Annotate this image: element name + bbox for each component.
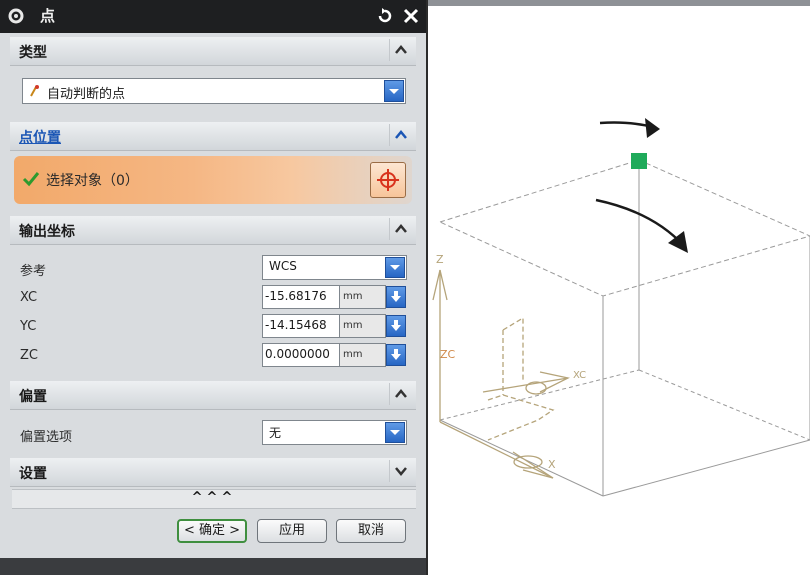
section-settings-label: 设置 <box>19 466 47 482</box>
arrow-head-icon <box>645 118 660 138</box>
close-icon[interactable] <box>400 5 422 27</box>
yc-label: YC <box>20 319 37 334</box>
xc-field: -15.68176 mm <box>262 285 407 309</box>
zc-input[interactable]: 0.0000000 <box>262 343 340 367</box>
chevron-up-icon[interactable] <box>389 124 412 146</box>
section-type-label: 类型 <box>19 45 47 61</box>
dialog-bottom-strip <box>0 558 426 575</box>
graphics-viewport[interactable]: Z ZC XC X <box>428 0 810 575</box>
checkmark-icon <box>22 170 40 192</box>
type-dropdown[interactable]: 自动判断的点 <box>22 78 406 104</box>
section-offset-header[interactable]: 偏置 <box>10 381 416 410</box>
point-dialog-button[interactable] <box>370 162 406 198</box>
annotation-arrow <box>595 198 685 247</box>
chevron-down-icon[interactable] <box>385 422 405 443</box>
arrow-down-icon[interactable] <box>386 344 406 366</box>
cancel-button[interactable]: 取消 <box>336 519 406 543</box>
chevron-up-icon[interactable] <box>389 39 412 61</box>
offset-option-value: 无 <box>269 426 282 440</box>
xc-input[interactable]: -15.68176 <box>262 285 340 309</box>
x-axis-label: X <box>548 458 556 471</box>
chevron-down-icon[interactable] <box>389 460 412 482</box>
section-settings-header[interactable]: 设置 <box>10 458 416 487</box>
gear-icon[interactable] <box>7 7 25 25</box>
type-value: 自动判断的点 <box>47 87 126 102</box>
xc-label: XC <box>20 290 38 305</box>
xc-axis-label: XC <box>573 370 586 381</box>
chevron-up-icon[interactable] <box>389 383 412 405</box>
xc-unit: mm <box>340 285 386 309</box>
zc-label: ZC <box>20 348 38 363</box>
section-point-location-header[interactable]: 点位置 <box>10 122 416 151</box>
zc-unit: mm <box>340 343 386 367</box>
chevron-down-icon[interactable] <box>384 80 404 102</box>
arrow-down-icon[interactable] <box>386 286 406 308</box>
dialog-title: 点 <box>40 7 56 25</box>
inferred-point-icon <box>28 84 42 102</box>
offset-option-label: 偏置选项 <box>20 430 73 445</box>
select-object-bar[interactable]: 选择对象（0） <box>14 156 412 204</box>
section-output-coords-header[interactable]: 输出坐标 <box>10 216 416 245</box>
section-offset-label: 偏置 <box>19 389 47 405</box>
arrow-down-icon[interactable] <box>386 315 406 337</box>
section-point-location-label: 点位置 <box>19 130 61 146</box>
yc-unit: mm <box>340 314 386 338</box>
coordinate-axes <box>432 269 570 479</box>
apply-button[interactable]: 应用 <box>257 519 327 543</box>
section-type-header[interactable]: 类型 <box>10 37 416 66</box>
yc-input[interactable]: -14.15468 <box>262 314 340 338</box>
z-axis-label: Z <box>436 253 444 266</box>
chevron-down-icon[interactable] <box>385 257 405 278</box>
section-output-coords-label: 输出坐标 <box>19 224 75 240</box>
point-dialog: 点 类型 自动判断的点 点位置 选择对象（0） 输出坐标 参考 WCS XC -… <box>0 0 428 575</box>
dialog-titlebar: 点 <box>0 0 426 33</box>
expand-glyph: ^^^ <box>191 490 237 505</box>
offset-option-dropdown[interactable]: 无 <box>262 420 407 445</box>
zc-axis-label: ZC <box>440 348 456 361</box>
reference-dropdown[interactable]: WCS <box>262 255 407 280</box>
wireframe-block <box>438 159 810 497</box>
reference-label: 参考 <box>20 264 47 279</box>
point-marker[interactable] <box>631 153 647 169</box>
expand-more-button[interactable]: ^^^ <box>12 489 416 509</box>
chevron-up-icon[interactable] <box>389 218 412 240</box>
ok-button[interactable]: < 确定 > <box>177 519 247 543</box>
select-object-label: 选择对象（0） <box>46 173 139 189</box>
reset-icon[interactable] <box>374 5 396 27</box>
reference-value: WCS <box>269 259 297 273</box>
zc-field: 0.0000000 mm <box>262 343 407 367</box>
yc-field: -14.15468 mm <box>262 314 407 338</box>
